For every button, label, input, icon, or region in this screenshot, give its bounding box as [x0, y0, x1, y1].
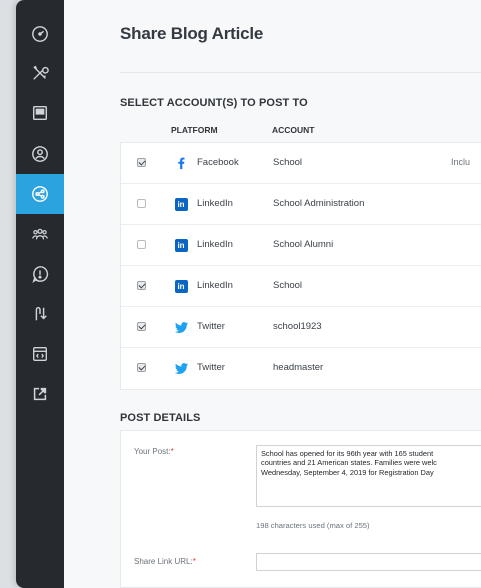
alert-icon [32, 266, 49, 283]
table-row[interactable]: in LinkedIn School Alumni [121, 225, 481, 266]
sidebar-item-dashboard[interactable] [16, 14, 64, 54]
tools-icon [33, 65, 49, 80]
account-checkbox[interactable] [137, 158, 146, 167]
linkedin-icon: in [173, 237, 189, 253]
table-row[interactable]: Facebook School Inclu [121, 143, 481, 184]
table-row[interactable]: in LinkedIn School Administration [121, 184, 481, 225]
sidebar-item-tools[interactable] [16, 53, 64, 93]
character-count: 198 characters used (max of 255) [256, 521, 370, 530]
linkedin-icon: in [173, 196, 189, 212]
account-checkbox[interactable] [137, 240, 146, 249]
table-row[interactable]: Twitter headmaster [121, 348, 481, 389]
table-row[interactable]: in LinkedIn School [121, 266, 481, 307]
linkedin-icon: in [173, 278, 189, 294]
platform-column-header: PLATFORM [171, 125, 218, 135]
app-window: Share Blog Article SELECT ACCOUNT(S) TO … [16, 0, 481, 588]
account-name: headmaster [273, 362, 324, 373]
facebook-icon [173, 155, 189, 171]
account-name: School Administration [273, 198, 365, 209]
share-link-url-label: Share Link URL:* [134, 557, 196, 566]
accounts-heading: SELECT ACCOUNT(S) TO POST TO [120, 97, 308, 109]
post-details-form: Your Post:* School has opened for its 96… [120, 430, 481, 588]
platform-name: LinkedIn [197, 239, 233, 250]
sort-icon [35, 307, 47, 321]
users-icon [32, 228, 48, 240]
page-title: Share Blog Article [120, 24, 264, 43]
account-name: School Alumni [273, 239, 334, 250]
post-details-heading: POST DETAILS [120, 412, 201, 424]
required-mark: * [192, 557, 196, 566]
your-post-label: Your Post:* [134, 447, 174, 456]
account-checkbox[interactable] [137, 322, 146, 331]
account-name: School [273, 157, 303, 168]
sidebar-item-profile[interactable] [16, 134, 64, 174]
account-name: School [273, 280, 303, 291]
table-row[interactable]: Twitter school1923 [121, 307, 481, 348]
platform-name: LinkedIn [197, 198, 233, 209]
account-name: school1923 [273, 321, 322, 332]
required-mark: * [170, 447, 174, 456]
share-icon [32, 186, 48, 202]
user-icon [32, 146, 48, 162]
sidebar [16, 0, 64, 588]
accounts-table: Facebook School Inclu in LinkedIn School… [120, 142, 481, 390]
platform-name: Facebook [197, 157, 239, 168]
code-icon [33, 347, 47, 361]
external-link-icon [33, 387, 47, 401]
account-checkbox[interactable] [137, 363, 146, 372]
account-checkbox[interactable] [137, 281, 146, 290]
account-checkbox[interactable] [137, 199, 146, 208]
main-content: Share Blog Article SELECT ACCOUNT(S) TO … [64, 0, 481, 588]
dashboard-icon [32, 26, 48, 42]
twitter-icon [173, 360, 189, 376]
content-icon [32, 105, 48, 121]
post-textarea[interactable]: School has opened for its 96th year with… [256, 445, 481, 507]
divider [120, 72, 481, 73]
sidebar-item-embed[interactable] [16, 334, 64, 374]
sidebar-item-alerts[interactable] [16, 254, 64, 294]
platform-name: Twitter [197, 321, 225, 332]
sidebar-item-share[interactable] [16, 174, 64, 214]
twitter-icon [173, 319, 189, 335]
sidebar-item-content[interactable] [16, 93, 64, 133]
sidebar-item-users[interactable] [16, 214, 64, 254]
include-text: Inclu [451, 157, 471, 167]
account-column-header: ACCOUNT [272, 125, 315, 135]
sidebar-item-sort[interactable] [16, 294, 64, 334]
platform-name: LinkedIn [197, 280, 233, 291]
platform-name: Twitter [197, 362, 225, 373]
sidebar-item-external[interactable] [16, 374, 64, 414]
share-link-url-input[interactable] [256, 553, 481, 571]
